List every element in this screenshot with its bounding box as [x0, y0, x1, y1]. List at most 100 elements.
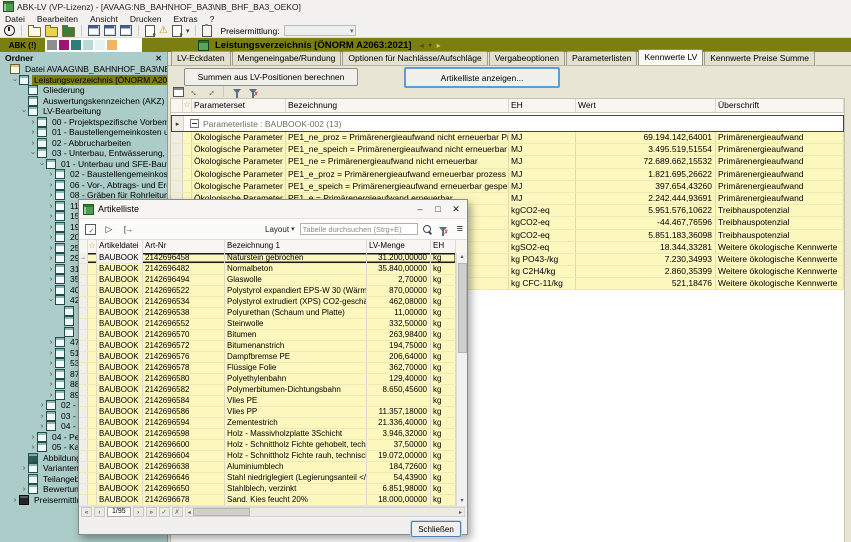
- chevron-expanded-icon[interactable]: ›: [20, 107, 28, 115]
- color-swatch[interactable]: [47, 40, 57, 50]
- export-document-icon[interactable]: [145, 25, 155, 37]
- accept-icon[interactable]: ✓: [159, 507, 170, 517]
- nav-drop-icon[interactable]: ▾: [429, 42, 432, 49]
- scrollbar-thumb[interactable]: [193, 508, 250, 516]
- table-row[interactable]: Ökologische ParameterPE1_ne_speich = Pri…: [171, 144, 844, 156]
- close-icon[interactable]: ✕: [155, 54, 162, 63]
- chevron-expanded-icon[interactable]: ›: [38, 160, 46, 168]
- color-swatch[interactable]: [107, 40, 117, 50]
- chevron-expanded-icon[interactable]: ›: [11, 76, 19, 84]
- article-row[interactable]: BAUBOOK2142696586Vlies PP11.357,18000kg: [79, 407, 456, 418]
- clock-icon[interactable]: [4, 25, 15, 36]
- tab-mengeneingabe-rundung[interactable]: Mengeneingabe/Rundung: [232, 51, 342, 65]
- chevron-collapsed-icon[interactable]: ›: [47, 391, 55, 399]
- article-row[interactable]: BAUBOOK2142696494Glaswolle2,70000kg: [79, 275, 456, 286]
- exit-icon[interactable]: [→: [121, 222, 135, 236]
- column-header-bezeichnung1[interactable]: Bezeichnung 1: [225, 240, 367, 253]
- menu-item-drucken[interactable]: Drucken: [130, 14, 162, 24]
- table-row[interactable]: Ökologische ParameterPE1_e_speich = Prim…: [171, 181, 844, 193]
- report-document-icon[interactable]: [172, 25, 182, 37]
- chevron-collapsed-icon[interactable]: ›: [29, 443, 37, 451]
- layout-dropdown[interactable]: Layout ▾: [265, 225, 295, 234]
- schliessen-button[interactable]: Schließen: [411, 521, 461, 537]
- chevron-expanded-icon[interactable]: ›: [29, 149, 37, 157]
- cancel-icon[interactable]: ✗: [172, 507, 183, 517]
- column-header-lvmenge[interactable]: LV-Menge: [367, 240, 431, 253]
- collapse-group-icon[interactable]: [190, 119, 199, 128]
- column-header-parameterset[interactable]: Parameterset: [192, 99, 286, 112]
- column-header-bezeichnung[interactable]: Bezeichnung: [286, 99, 509, 112]
- menu-item-bearbeiten[interactable]: Bearbeiten: [37, 14, 78, 24]
- expand-all-icon[interactable]: ↔: [188, 85, 201, 98]
- color-swatch[interactable]: [59, 40, 69, 50]
- color-swatch[interactable]: [71, 40, 81, 50]
- table-row[interactable]: Ökologische ParameterPE1_ne = Primärener…: [171, 156, 844, 168]
- article-row[interactable]: BAUBOOK2142696600Holz - Schnittholz Fich…: [79, 440, 456, 451]
- chevron-collapsed-icon[interactable]: ›: [47, 233, 55, 241]
- page-indicator[interactable]: 1/95: [107, 507, 131, 517]
- color-swatch[interactable]: [83, 40, 93, 50]
- tab-lv-eckdaten[interactable]: LV-Eckdaten: [171, 51, 231, 65]
- table-row[interactable]: Ökologische ParameterPE1_e_proz = Primär…: [171, 169, 844, 181]
- chevron-collapsed-icon[interactable]: ›: [47, 359, 55, 367]
- nav-forward-icon[interactable]: ▸: [437, 41, 441, 50]
- chevron-collapsed-icon[interactable]: ›: [38, 401, 46, 409]
- article-row[interactable]: BAUBOOK2142696598Holz - Massivholzplatte…: [79, 429, 456, 440]
- menu-item-ansicht[interactable]: Ansicht: [90, 14, 118, 24]
- scroll-up-icon[interactable]: ▴: [460, 253, 463, 262]
- article-row[interactable]: BAUBOOK2142696522Polystyrol expandiert E…: [79, 286, 456, 297]
- chevron-collapsed-icon[interactable]: ›: [47, 338, 55, 346]
- chevron-collapsed-icon[interactable]: ›: [47, 223, 55, 231]
- article-row[interactable]: BAUBOOK2142696572Bitumenanstrich194,7500…: [79, 341, 456, 352]
- filter-remove-icon[interactable]: [439, 227, 447, 232]
- menu-item-datei[interactable]: Datei: [5, 14, 25, 24]
- article-row[interactable]: BAUBOOK2142696576Dampfbremse PE206,64000…: [79, 352, 456, 363]
- chevron-collapsed-icon[interactable]: ›: [38, 412, 46, 420]
- tab-vergabeoptionen[interactable]: Vergabeoptionen: [489, 51, 565, 65]
- tree-item[interactable]: Datei AVAAG\NB_BAHNHOF_BA3\NB_BHF_BA3_OE…: [0, 64, 167, 75]
- tree-item[interactable]: ›LV-Bearbeitung: [0, 106, 167, 117]
- chevron-collapsed-icon[interactable]: ›: [47, 286, 55, 294]
- abk-badge[interactable]: ABK (!): [0, 38, 45, 52]
- tab-parameterlisten[interactable]: Parameterlisten: [566, 51, 638, 65]
- tree-item[interactable]: Gliederung: [0, 85, 167, 96]
- tree-item[interactable]: ›00 - Projektspezifische Vorbemerkungen: [0, 117, 167, 128]
- scrollbar-thumb[interactable]: [458, 263, 467, 353]
- dialog-titlebar[interactable]: Artikelliste – □ ✕: [79, 200, 467, 219]
- tab-kennwerte-preise-summe[interactable]: Kennwerte Preise Summe: [704, 51, 815, 65]
- clipboard-icon[interactable]: [202, 25, 212, 37]
- chevron-collapsed-icon[interactable]: ›: [47, 170, 55, 178]
- tree-item[interactable]: ›03 - Unterbau, Entwässerung, SFE-Baut: [0, 148, 167, 159]
- article-row[interactable]: →BAUBOOK2142696458Naturstein gebrochen31…: [79, 253, 456, 264]
- vertical-scrollbar[interactable]: ▴ ▾: [456, 253, 467, 506]
- window-cascade-icon[interactable]: [120, 25, 132, 36]
- favorite-star-icon[interactable]: ☆: [88, 240, 97, 253]
- article-row[interactable]: BAUBOOK2142696570Bitumen263,98400kg: [79, 330, 456, 341]
- table-row[interactable]: Ökologische ParameterPE1_ne_proz = Primä…: [171, 132, 844, 144]
- article-row[interactable]: BAUBOOK2142696582Polymerbitumen-Dichtung…: [79, 385, 456, 396]
- last-page-button[interactable]: »: [146, 507, 157, 517]
- scroll-right-icon[interactable]: ▸: [457, 509, 464, 516]
- chevron-expanded-icon[interactable]: ›: [47, 296, 55, 304]
- summen-berechnen-button[interactable]: Summen aus LV-Positionen berechnen: [184, 68, 358, 86]
- folder-edit-icon[interactable]: [45, 27, 58, 37]
- tree-item[interactable]: Auswertungskennzeichen (AKZ): [0, 96, 167, 107]
- chevron-collapsed-icon[interactable]: ›: [47, 265, 55, 273]
- menu-icon[interactable]: ≡: [457, 223, 463, 235]
- tree-item[interactable]: ›Leistungsverzeichnis [ÖNORM A2063:2021]: [0, 75, 167, 86]
- chevron-collapsed-icon[interactable]: ›: [47, 349, 55, 357]
- column-header-wert[interactable]: Wert: [576, 99, 716, 112]
- chevron-collapsed-icon[interactable]: ›: [47, 212, 55, 220]
- window-view-icon[interactable]: [88, 25, 100, 36]
- chevron-collapsed-icon[interactable]: ›: [47, 191, 55, 199]
- column-header-eh[interactable]: EH: [509, 99, 576, 112]
- column-header-artikeldatei[interactable]: Artikeldatei: [97, 240, 143, 253]
- maximize-icon[interactable]: □: [431, 204, 445, 214]
- tree-item[interactable]: ›06 - Vor-, Abtrags- und Erdarbeit: [0, 180, 167, 191]
- search-icon[interactable]: [423, 225, 431, 233]
- group-row[interactable]: ▸ Parameterliste : BAUBOOK-002 (13): [171, 115, 844, 132]
- chevron-collapsed-icon[interactable]: ›: [29, 128, 37, 136]
- first-page-button[interactable]: «: [81, 507, 92, 517]
- chevron-collapsed-icon[interactable]: ›: [29, 118, 37, 126]
- open-folder-icon[interactable]: [28, 27, 41, 37]
